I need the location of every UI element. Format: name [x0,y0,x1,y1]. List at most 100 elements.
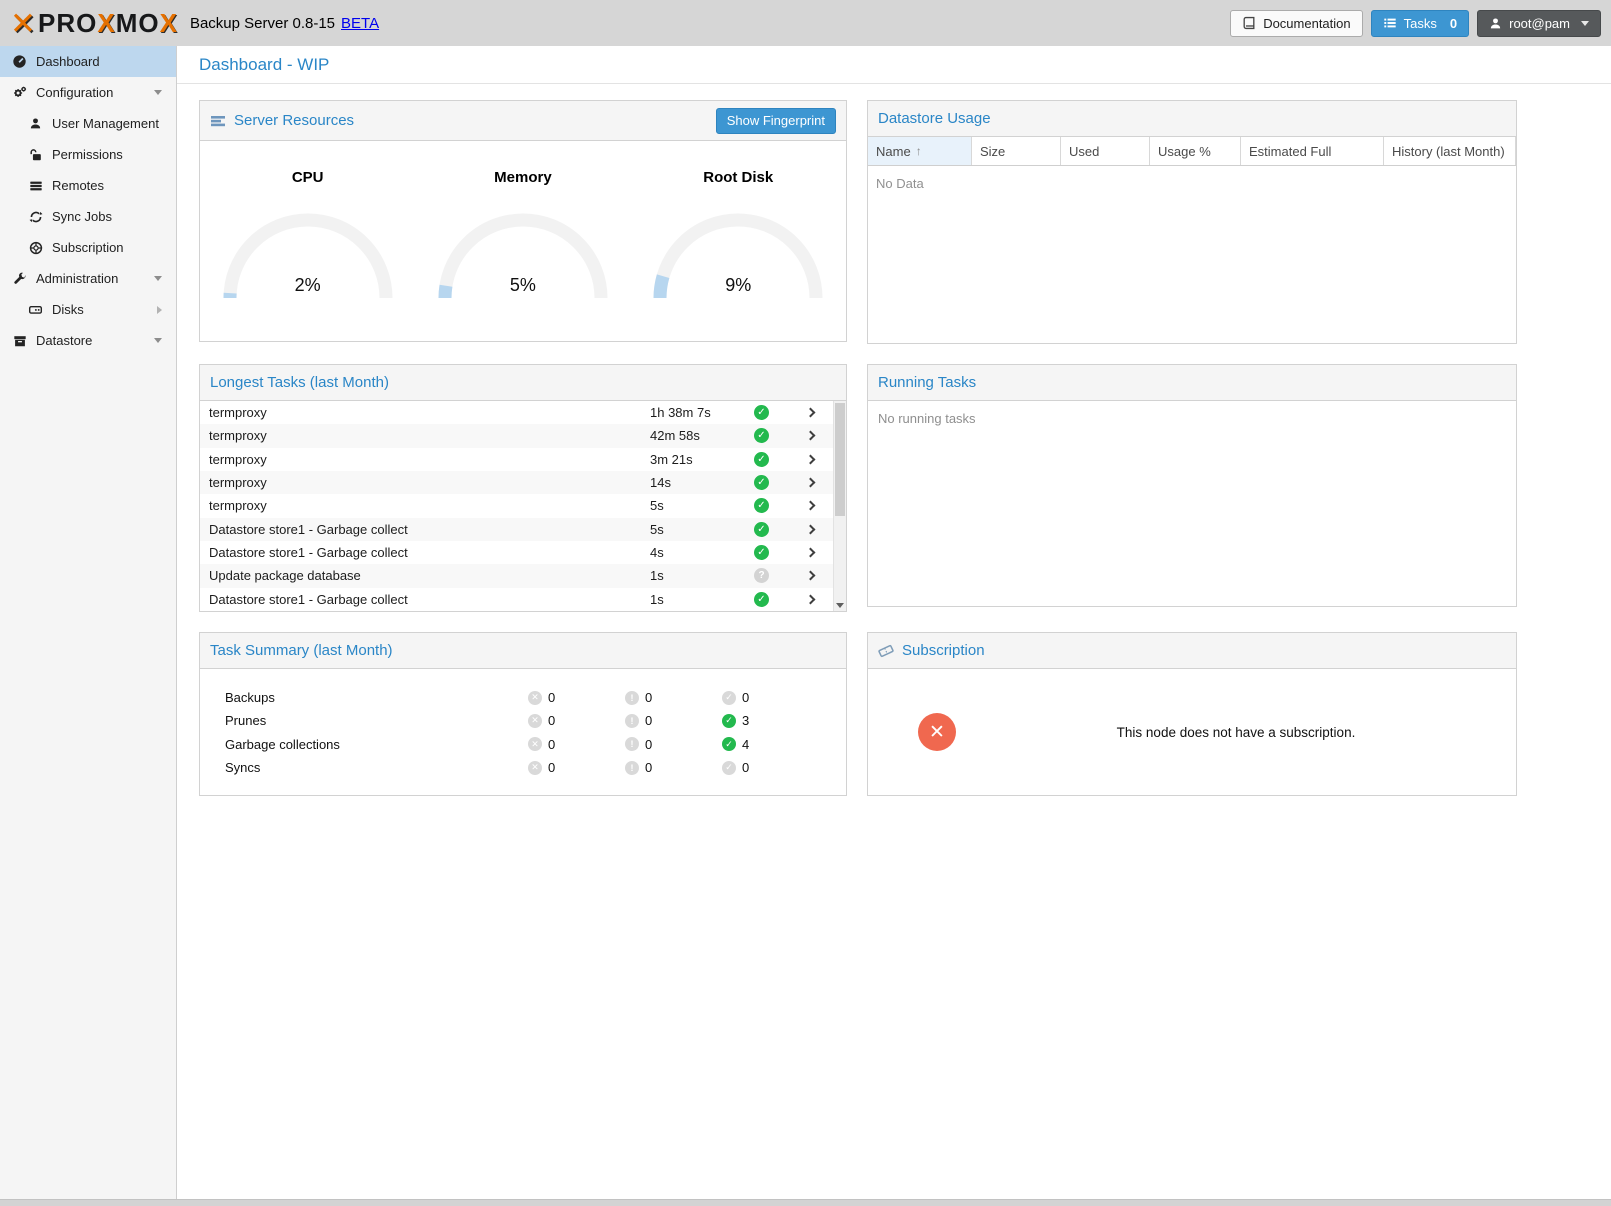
dashboard-icon [11,54,28,69]
task-row[interactable]: termproxy42m 58s✓ [200,424,846,447]
task-duration: 42m 58s [650,428,754,443]
hard-disk-icon [27,302,44,317]
task-summary-error-count: ✕0 [528,713,625,728]
proxmox-wordmark: PROXMOX [38,10,178,36]
beta-link[interactable]: BETA [341,15,379,32]
server-resources-title: Server Resources [234,112,354,129]
column-header-history-last-month-[interactable]: History (last Month) [1384,137,1516,165]
sidebar-item-administration[interactable]: Administration [0,263,176,294]
gauge-value: 2% [218,275,398,296]
chevron-down-icon[interactable] [154,276,162,281]
task-summary-ok-count: ✓0 [722,690,819,705]
sidebar-item-label: User Management [52,116,159,131]
task-summary-warning-count: !0 [625,737,722,752]
task-row[interactable]: termproxy1h 38m 7s✓ [200,401,846,424]
chevron-down-icon[interactable] [154,90,162,95]
ticket-icon [878,643,894,659]
task-summary-row: Syncs✕0!0✓0 [200,756,846,779]
app-subtitle: Backup Server 0.8-15 [190,15,335,32]
subscription-panel: Subscription ✕ This node does not have a… [867,632,1517,796]
column-header-used[interactable]: Used [1061,137,1150,165]
gears-icon [11,85,28,100]
user-menu-button[interactable]: root@pam [1477,10,1601,37]
book-icon [1242,16,1256,30]
sidebar-item-configuration[interactable]: Configuration [0,77,176,108]
sidebar-item-user-management[interactable]: User Management [0,108,176,139]
task-summary-error-count: ✕0 [528,760,625,775]
datastore-usage-empty: No Data [868,166,1516,343]
task-summary-error-count: ✕0 [528,690,625,705]
chevron-right-icon[interactable] [790,479,830,486]
ok-circle-icon: ✓ [722,714,736,728]
ok-circle-icon: ✓ [722,691,736,705]
sidebar-item-label: Datastore [36,333,92,348]
scrollbar[interactable] [833,401,846,611]
sidebar-item-subscription[interactable]: Subscription [0,232,176,263]
sidebar-item-permissions[interactable]: Permissions [0,139,176,170]
tasks-button[interactable]: Tasks 0 [1371,10,1469,37]
sidebar-item-dashboard[interactable]: Dashboard [0,46,176,77]
sidebar-item-label: Subscription [52,240,124,255]
task-summary-warning-count: !0 [625,760,722,775]
warning-circle-icon: ! [625,761,639,775]
chevron-right-icon[interactable] [790,456,830,463]
chevron-right-icon[interactable] [790,409,830,416]
scrollbar-thumb[interactable] [835,403,845,516]
status-ok-icon: ✓ [754,592,790,607]
sidebar-item-sync-jobs[interactable]: Sync Jobs [0,201,176,232]
sidebar-item-disks[interactable]: Disks [0,294,176,325]
no-subscription-icon: ✕ [918,713,956,751]
task-summary-rows: Backups✕0!0✓0Prunes✕0!0✓3Garbage collect… [200,669,846,795]
error-circle-icon: ✕ [528,737,542,751]
datastore-usage-column-headers: Name↑SizeUsedUsage %Estimated FullHistor… [868,137,1516,166]
subscription-title: Subscription [902,642,985,659]
datastore-usage-title: Datastore Usage [878,110,991,127]
task-row[interactable]: Datastore store1 - Garbage collect4s✓ [200,541,846,564]
chevron-right-icon[interactable] [790,596,830,603]
scrollbar-down-arrow-icon[interactable] [836,603,844,608]
wrench-icon [11,272,28,286]
column-header-size[interactable]: Size [972,137,1061,165]
chevron-right-icon[interactable] [790,572,830,579]
longest-tasks-header: Longest Tasks (last Month) [200,365,846,401]
status-ok-icon: ✓ [754,498,790,513]
show-fingerprint-button[interactable]: Show Fingerprint [716,108,836,134]
chevron-right-icon[interactable] [790,432,830,439]
main-area: Dashboard - WIP Server Resources Show Fi… [177,46,1611,1199]
task-row[interactable]: Datastore store1 - Garbage collect5s✓ [200,518,846,541]
chevron-down-icon[interactable] [154,338,162,343]
task-row[interactable]: termproxy3m 21s✓ [200,448,846,471]
gauges-container: CPU2%Memory5%Root Disk9% [200,141,846,341]
running-tasks-header: Running Tasks [868,365,1516,401]
column-header-name[interactable]: Name↑ [868,137,972,165]
column-header-usage-[interactable]: Usage % [1150,137,1241,165]
column-header-estimated-full[interactable]: Estimated Full [1241,137,1384,165]
documentation-button[interactable]: Documentation [1230,10,1362,37]
task-row[interactable]: Update package database1s? [200,564,846,587]
chevron-right-icon[interactable] [790,549,830,556]
gauge-value: 5% [433,275,613,296]
sidebar-item-remotes[interactable]: Remotes [0,170,176,201]
sidebar-item-label: Configuration [36,85,113,100]
top-bar: ✕ PROXMOX Backup Server 0.8-15 BETA Docu… [0,0,1611,46]
task-name: Datastore store1 - Garbage collect [209,522,650,537]
sidebar-item-datastore[interactable]: Datastore [0,325,176,356]
bottom-window-edge [0,1199,1611,1206]
proxmox-x-icon: ✕ [10,8,36,39]
chevron-right-icon[interactable] [157,306,162,314]
server-resources-header: Server Resources Show Fingerprint [200,101,846,141]
server-bars-icon [27,179,44,193]
chevron-right-icon[interactable] [790,502,830,509]
task-row[interactable]: Datastore store1 - Garbage collect1s✓ [200,588,846,611]
task-row[interactable]: termproxy5s✓ [200,494,846,517]
gauge-arc: 2% [218,206,398,302]
chevron-right-icon[interactable] [790,526,830,533]
sidebar: Dashboard Configuration User Management … [0,46,177,1199]
tasks-count-badge: 0 [1450,16,1457,31]
user-label: root@pam [1509,16,1570,31]
status-ok-icon: ✓ [754,405,790,420]
running-tasks-title: Running Tasks [878,374,976,391]
subscription-body: ✕ This node does not have a subscription… [868,669,1516,795]
subscription-message: This node does not have a subscription. [956,725,1516,740]
task-row[interactable]: termproxy14s✓ [200,471,846,494]
